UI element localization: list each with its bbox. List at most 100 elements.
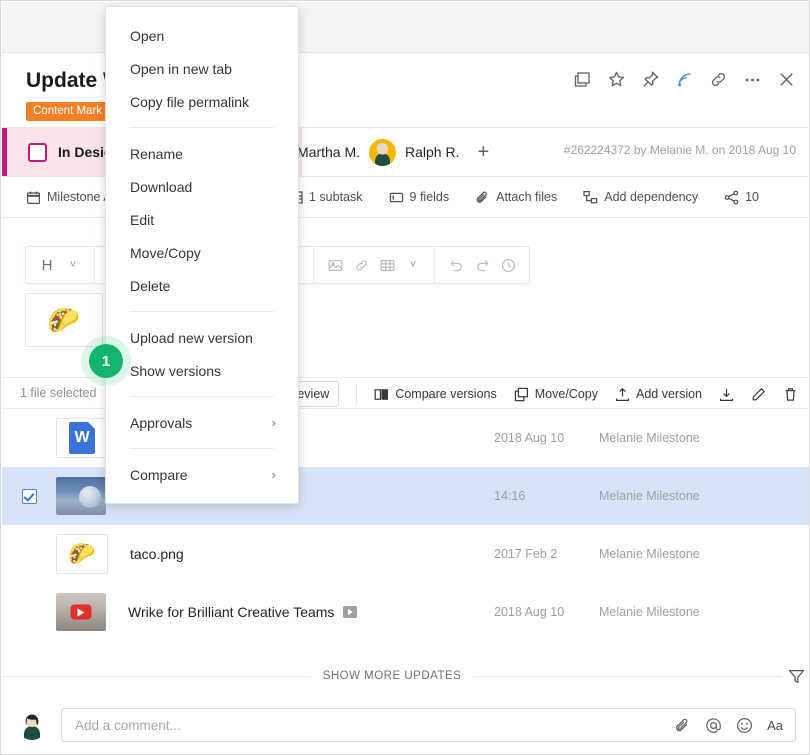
- share-icon: [724, 190, 739, 205]
- menu-divider: [130, 311, 274, 312]
- add-version-button[interactable]: Add version: [615, 387, 702, 402]
- add-assignee-button[interactable]: +: [477, 142, 489, 162]
- paperclip-icon: [475, 190, 490, 205]
- task-detail-panel: Update W Content Mark: [0, 0, 810, 755]
- file-author: Melanie Milestone: [599, 547, 700, 561]
- file-date: 2018 Aug 10: [494, 605, 564, 619]
- table-icon[interactable]: [374, 252, 400, 278]
- compare-versions-label: Compare versions: [395, 387, 496, 401]
- mention-icon[interactable]: [705, 717, 722, 734]
- comment-composer: Add a comment...: [2, 695, 810, 755]
- chevron-down-icon[interactable]: ˅: [400, 252, 426, 278]
- et-group-history: [435, 247, 529, 283]
- assignee-name-2[interactable]: Ralph R.: [405, 144, 459, 160]
- star-icon[interactable]: [607, 70, 626, 89]
- menu-item-show-versions[interactable]: Show versions: [106, 354, 298, 387]
- show-more-updates-button[interactable]: SHOW MORE UPDATES: [311, 670, 474, 682]
- fields-label: 9 fields: [410, 190, 450, 204]
- menu-item-compare-label: Compare: [130, 467, 188, 483]
- text-format-icon[interactable]: Aa: [767, 718, 783, 733]
- file-thumbnail[interactable]: W: [56, 418, 108, 458]
- row-checkbox-cell[interactable]: [2, 489, 56, 504]
- attach-files-item[interactable]: Attach files: [475, 190, 557, 205]
- folder-tag[interactable]: Content Mark: [26, 102, 109, 121]
- file-thumbnail[interactable]: [56, 593, 106, 631]
- video-badge-icon: [343, 606, 357, 618]
- menu-item-open-in-new-tab[interactable]: Open in new tab: [106, 52, 298, 85]
- move-copy-button[interactable]: Move/Copy: [514, 387, 598, 402]
- fields-icon: [389, 190, 404, 205]
- pin-icon[interactable]: [641, 70, 660, 89]
- menu-item-compare[interactable]: Compare ›: [106, 458, 298, 491]
- attach-files-label: Attach files: [496, 190, 557, 204]
- menu-divider: [130, 396, 274, 397]
- assignee-name-1[interactable]: Martha M.: [297, 144, 360, 160]
- download-icon: [719, 387, 734, 402]
- duplicate-icon[interactable]: [573, 70, 592, 89]
- edit-button[interactable]: [751, 387, 766, 402]
- comment-placeholder: Add a comment...: [75, 718, 674, 733]
- taco-image: 🌮: [48, 307, 80, 333]
- add-dependency-label: Add dependency: [604, 190, 698, 204]
- menu-item-approvals[interactable]: Approvals ›: [106, 406, 298, 439]
- heading-button[interactable]: H: [34, 252, 60, 278]
- divider-line: [473, 676, 782, 677]
- table-row[interactable]: Wrike for Brilliant Creative Teams 2018 …: [2, 583, 810, 641]
- more-icon[interactable]: [743, 70, 762, 89]
- taco-image: 🌮: [68, 543, 95, 565]
- menu-item-copy-file-permalink[interactable]: Copy file permalink: [106, 85, 298, 118]
- et-group-insert: ˅: [314, 247, 434, 283]
- link-icon[interactable]: [348, 252, 374, 278]
- menu-item-move-copy[interactable]: Move/Copy: [106, 236, 298, 269]
- menu-item-edit[interactable]: Edit: [106, 203, 298, 236]
- delete-button[interactable]: [783, 387, 798, 402]
- link-icon[interactable]: [709, 70, 728, 89]
- file-thumbnail[interactable]: 🌮: [56, 534, 108, 574]
- redo-icon[interactable]: [469, 252, 495, 278]
- file-date: 2018 Aug 10: [494, 431, 564, 445]
- filter-icon[interactable]: [782, 668, 810, 685]
- delete-trash-icon: [783, 387, 798, 402]
- file-thumbnail[interactable]: [56, 477, 106, 515]
- follow-icon[interactable]: [675, 70, 694, 89]
- menu-item-download[interactable]: Download: [106, 170, 298, 203]
- table-row[interactable]: 🌮 taco.png 2017 Feb 2 Melanie Milestone: [2, 525, 810, 583]
- menu-item-rename[interactable]: Rename: [106, 137, 298, 170]
- image-icon[interactable]: [322, 252, 348, 278]
- youtube-video-thumbnail: [56, 593, 106, 631]
- assignee-list: Martha M. Ralph R. +: [297, 128, 489, 176]
- menu-item-delete[interactable]: Delete: [106, 269, 298, 302]
- undo-icon[interactable]: [443, 252, 469, 278]
- chevron-down-icon[interactable]: ˅: [60, 252, 86, 278]
- subtask-label: 1 subtask: [309, 190, 363, 204]
- file-context-menu: Open Open in new tab Copy file permalink…: [105, 6, 299, 504]
- file-author: Melanie Milestone: [599, 605, 700, 619]
- task-meta-info: #262224372 by Melanie M. on 2018 Aug 10: [564, 143, 796, 157]
- row-checkbox[interactable]: [22, 489, 37, 504]
- compare-versions-button[interactable]: Compare versions: [374, 387, 496, 402]
- avatar[interactable]: [17, 710, 47, 740]
- add-version-label: Add version: [636, 387, 702, 401]
- file-name[interactable]: taco.png: [130, 546, 184, 562]
- header-icon-group: [573, 70, 796, 89]
- selected-count-label: 1 file selected: [20, 386, 96, 400]
- file-date: 14:16: [494, 489, 525, 503]
- menu-item-upload-new-version[interactable]: Upload new version: [106, 321, 298, 354]
- comment-input[interactable]: Add a comment...: [61, 708, 796, 742]
- history-clock-icon[interactable]: [495, 252, 521, 278]
- move-copy-icon: [514, 387, 529, 402]
- close-icon[interactable]: [777, 70, 796, 89]
- subtask-item[interactable]: 1 subtask: [288, 190, 363, 205]
- menu-item-open[interactable]: Open: [106, 19, 298, 52]
- file-name-cell[interactable]: Wrike for Brilliant Creative Teams: [128, 604, 357, 620]
- file-author: Melanie Milestone: [599, 431, 700, 445]
- complete-task-checkbox[interactable]: [28, 143, 47, 162]
- add-dependency-item[interactable]: Add dependency: [583, 190, 698, 205]
- avatar[interactable]: [369, 139, 396, 166]
- download-button[interactable]: [719, 387, 734, 402]
- fields-item[interactable]: 9 fields: [389, 190, 450, 205]
- emoji-icon[interactable]: [736, 717, 753, 734]
- paperclip-icon[interactable]: [674, 717, 691, 734]
- share-item[interactable]: 10: [724, 190, 759, 205]
- description-attachment-thumbnail[interactable]: 🌮: [25, 293, 103, 347]
